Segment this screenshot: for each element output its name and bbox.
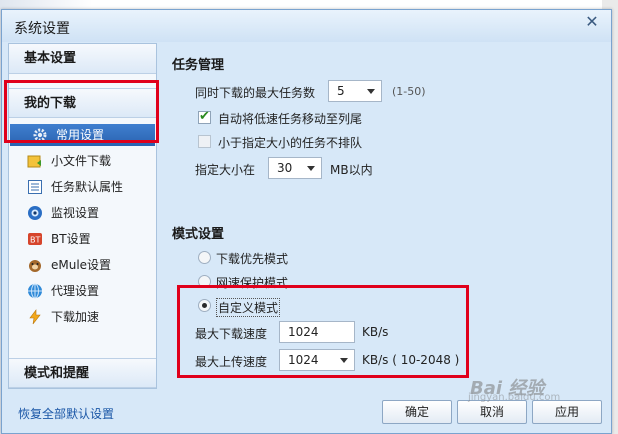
svg-text:BT: BT — [30, 236, 40, 245]
mode-radio-speed-protect[interactable] — [198, 275, 211, 288]
title-bar: 系统设置 ✕ — [2, 10, 611, 42]
sidebar-item-label: 代理设置 — [51, 284, 100, 298]
sidebar-item-common[interactable]: 常用设置 — [10, 124, 155, 146]
sidebar-item-monitor[interactable]: 监视设置 — [21, 202, 153, 224]
close-icon[interactable]: ✕ — [575, 12, 609, 32]
sidebar-item-label: 监视设置 — [51, 206, 100, 220]
settings-sidebar: 基本设置 我的下载 常用设置 小文件下载 任务默认属性 监视设置 BT BT设置… — [8, 43, 157, 389]
size-unit: MB以内 — [330, 163, 373, 177]
max-upload-select[interactable]: 1024 — [279, 349, 355, 371]
lightning-icon — [27, 309, 43, 325]
gear-icon — [32, 127, 48, 143]
bt-icon: BT — [27, 231, 43, 247]
cancel-button[interactable]: 取消 — [457, 400, 527, 424]
max-tasks-select[interactable]: 5 — [328, 80, 382, 102]
size-value: 30 — [277, 161, 293, 175]
sidebar-item-label: 下载加速 — [51, 310, 100, 324]
sidebar-item-proxy[interactable]: 代理设置 — [21, 280, 153, 302]
monitor-icon — [27, 205, 43, 221]
mode-radio-download-first[interactable] — [198, 251, 211, 264]
max-upload-unit: KB/s ( 10-2048 ) — [362, 353, 460, 367]
apply-button[interactable]: 应用 — [532, 400, 602, 424]
sidebar-header-my-download[interactable]: 我的下载 — [9, 88, 156, 118]
watermark-url: jingyan.baidu.com — [468, 392, 561, 403]
sidebar-item-label: 小文件下载 — [51, 154, 112, 168]
size-label: 指定大小在 — [195, 163, 256, 177]
emule-icon — [27, 257, 43, 273]
sidebar-item-label: BT设置 — [51, 232, 91, 246]
max-download-label: 最大下载速度 — [195, 327, 268, 341]
task-property-icon — [27, 179, 43, 195]
small-file-icon — [27, 153, 43, 169]
sidebar-item-small-file[interactable]: 小文件下载 — [21, 150, 153, 172]
sidebar-item-label: eMule设置 — [51, 258, 112, 272]
small-noqueue-checkbox[interactable] — [198, 135, 211, 148]
max-upload-value: 1024 — [288, 353, 319, 367]
sidebar-header-basic[interactable]: 基本设置 — [9, 44, 156, 74]
restore-defaults-link[interactable]: 恢复全部默认设置 — [18, 405, 114, 422]
size-select[interactable]: 30 — [268, 157, 322, 179]
mode-option-label: 自定义模式 — [216, 298, 281, 317]
mode-radio-custom[interactable] — [198, 299, 211, 312]
max-tasks-label: 同时下载的最大任务数 — [195, 86, 316, 100]
sidebar-item-speedup[interactable]: 下载加速 — [21, 306, 153, 328]
auto-move-checkbox[interactable] — [198, 109, 211, 124]
max-tasks-value: 5 — [337, 84, 345, 98]
sidebar-item-bt[interactable]: BT BT设置 — [21, 228, 153, 250]
max-upload-label: 最大上传速度 — [195, 355, 268, 369]
sidebar-item-emule[interactable]: eMule设置 — [21, 254, 153, 276]
max-tasks-range: (1-50) — [392, 85, 426, 98]
chevron-down-icon — [367, 89, 375, 94]
max-download-unit: KB/s — [362, 325, 389, 339]
section-title-mode: 模式设置 — [172, 227, 225, 242]
mode-option-label: 下载优先模式 — [216, 252, 289, 266]
settings-dialog: 系统设置 ✕ 基本设置 我的下载 常用设置 小文件下载 任务默认属性 监视设置 … — [1, 9, 612, 434]
sidebar-header-mode-reminder[interactable]: 模式和提醒 — [9, 358, 156, 388]
proxy-icon — [27, 283, 43, 299]
ok-button[interactable]: 确定 — [382, 400, 452, 424]
chevron-down-icon — [340, 358, 348, 363]
sidebar-item-label: 常用设置 — [56, 128, 105, 142]
max-download-input[interactable]: 1024 — [279, 321, 355, 343]
auto-move-label: 自动将低速任务移动至列尾 — [218, 112, 363, 126]
section-title-task: 任务管理 — [172, 58, 225, 73]
settings-content: 任务管理 同时下载的最大任务数 5 (1-50) 自动将低速任务移动至列尾 小于… — [162, 43, 610, 389]
sidebar-item-label: 任务默认属性 — [51, 180, 124, 194]
sidebar-item-task-default[interactable]: 任务默认属性 — [21, 176, 153, 198]
chevron-down-icon — [307, 166, 315, 171]
mode-option-label: 网速保护模式 — [216, 276, 289, 290]
window-title: 系统设置 — [14, 21, 70, 37]
small-noqueue-label: 小于指定大小的任务不排队 — [218, 136, 363, 150]
